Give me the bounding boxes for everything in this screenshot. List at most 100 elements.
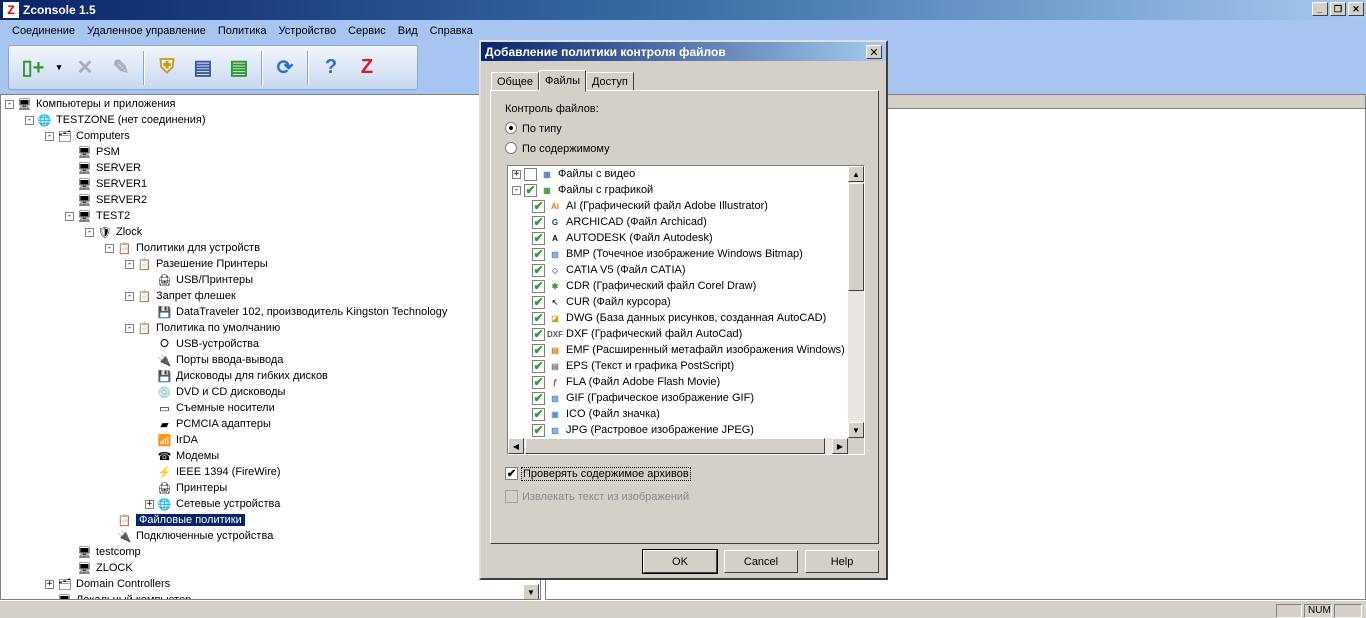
refresh-button[interactable]: ⟳ (269, 51, 301, 85)
collapse-icon[interactable]: - (45, 131, 54, 141)
file-type-checkbox[interactable] (524, 167, 537, 181)
file-type-checkbox[interactable]: ✔ (532, 423, 545, 437)
tree-node[interactable]: ▰ PCMCIA адаптеры (145, 416, 271, 432)
file-type-item[interactable]: ✔ ▨ GIF (Графическое изображение GIF) (532, 390, 754, 406)
file-type-checkbox[interactable]: ✔ (532, 247, 545, 261)
about-button[interactable]: Z (351, 51, 383, 85)
radio-by-content[interactable] (505, 142, 517, 154)
tree-node[interactable]: 🖨 Принтеры (145, 480, 228, 496)
expand-icon[interactable]: + (512, 169, 521, 179)
help-button[interactable]: ? (315, 51, 347, 85)
tree-node[interactable]: 🖥Локальный компьютер (45, 592, 192, 599)
tab-general[interactable]: Общее (491, 72, 540, 91)
scroll-up-button[interactable]: ▲ (848, 166, 864, 182)
tree-node[interactable]: 🖥 testcomp (65, 544, 141, 560)
radio-by-type[interactable] (505, 122, 517, 134)
collapse-icon[interactable]: - (85, 227, 94, 237)
collapse-icon[interactable]: - (125, 323, 134, 333)
file-type-item[interactable]: ✔ A AUTODESK (Файл Autodesk) (532, 230, 713, 246)
tree-node[interactable]: 💾 Дисководы для гибких дисков (145, 368, 328, 384)
file-type-item[interactable]: ✔ ▤ EMF (Расширенный метафайл изображения … (532, 342, 845, 358)
edit-button[interactable]: ✎ (105, 51, 137, 85)
file-type-checkbox[interactable]: ✔ (532, 391, 545, 405)
collapse-icon[interactable]: - (65, 211, 74, 221)
tab-files[interactable]: Файлы (539, 70, 586, 92)
file-type-checkbox[interactable]: ✔ (532, 327, 545, 341)
collapse-icon[interactable]: - (25, 115, 34, 125)
add-button[interactable]: ▯+ (17, 51, 49, 85)
tree-node[interactable]: 🖨 USB/Принтеры (145, 272, 253, 288)
tree-node[interactable]: 🔌 Подключенные устройства (105, 528, 274, 544)
tree-node[interactable]: ⭘ USB-устройства (145, 336, 259, 352)
file-type-item[interactable]: ✔ ▨ JPG (Растровое изображение JPEG) (532, 422, 754, 438)
tab-access[interactable]: Доступ (585, 72, 634, 91)
file-type-item[interactable]: ✔ ▣ ICO (Файл значка) (532, 406, 660, 422)
file-type-item[interactable]: ✔ ▨ BMP (Точечное изображение Windows Bitm… (532, 246, 803, 262)
tree-node[interactable]: - 🖥 Компьютеры и приложения (5, 96, 176, 112)
tree-node[interactable]: ▭ Съемные носители (145, 400, 274, 416)
maximize-button[interactable]: ❐ (1330, 2, 1346, 16)
tree-scroll-down-button[interactable]: ▼ (523, 584, 539, 599)
collapse-icon[interactable]: - (512, 185, 521, 195)
file-type-item[interactable]: - ✔ ▦ Файлы с графикой (512, 182, 653, 198)
file-type-checkbox[interactable]: ✔ (532, 279, 545, 293)
file-type-item[interactable]: ✔ DXF DXF (Графический файл AutoCad) (532, 326, 742, 342)
tree-node[interactable]: - 🛡 Zlock (85, 224, 142, 240)
menu-remote[interactable]: Удаленное управление (81, 25, 212, 37)
file-type-checkbox[interactable]: ✔ (532, 343, 545, 357)
file-type-checkbox[interactable]: ✔ (532, 263, 545, 277)
file-type-item[interactable]: ✔ ◇ CATIA V5 (Файл CATIA) (532, 262, 686, 278)
file-types-tree[interactable]: ✔ ▨ JPG (Растровое изображение JPEG) ✔ ▣ ICO … (507, 165, 865, 455)
tree-node[interactable]: 📋 Файловые политики (105, 512, 245, 528)
menu-policy[interactable]: Политика (212, 25, 273, 37)
tree-node[interactable]: 🖥 PSM (65, 144, 120, 160)
file-type-item[interactable]: ✔ ƒ FLA (Файл Adobe Flash Movie) (532, 374, 720, 390)
file-type-checkbox[interactable]: ✔ (532, 311, 545, 325)
expand-icon[interactable]: + (145, 499, 154, 509)
tree-node[interactable]: 💾 DataTraveler 102, производитель Kingsto… (145, 304, 448, 320)
collapse-icon[interactable]: - (105, 243, 114, 253)
file-type-item[interactable]: ✔ ↖ CUR (Файл курсора) (532, 294, 671, 310)
dialog-close-button[interactable]: ✕ (866, 45, 882, 59)
scroll-left-button[interactable]: ◀ (508, 438, 524, 454)
tree-node[interactable]: 🖥 SERVER (65, 160, 142, 176)
close-button[interactable]: ✕ (1348, 2, 1364, 16)
expand-icon[interactable]: + (45, 579, 54, 589)
file-type-checkbox[interactable]: ✔ (532, 295, 545, 309)
tree-node[interactable]: 🖥 ZLOCK (65, 560, 133, 576)
check-archives-label[interactable]: Проверять содержимое архивов (521, 467, 691, 481)
file-type-item[interactable]: + ▦ Файлы с видео (512, 166, 635, 182)
file-type-checkbox[interactable]: ✔ (532, 231, 545, 245)
scroll-thumb[interactable] (848, 183, 864, 291)
tree-node[interactable]: + 🗂 Domain Controllers (45, 576, 170, 592)
tree-node[interactable]: 📶 IrDA (145, 432, 198, 448)
file-type-item[interactable]: ✔ ◪ DWG (База данных рисунков, созданная A… (532, 310, 826, 326)
help-button[interactable]: Help (805, 550, 879, 573)
add-dropdown-button[interactable]: ▾ (53, 51, 65, 85)
vertical-scrollbar[interactable]: ▲ ▼ (848, 166, 864, 438)
policy-button[interactable]: ▤ (187, 51, 219, 85)
file-type-checkbox[interactable]: ✔ (532, 215, 545, 229)
collapse-icon[interactable]: - (5, 99, 14, 109)
tree-node[interactable]: 🖥 SERVER2 (65, 192, 148, 208)
file-type-item[interactable]: ✔ ▤ EPS (Текст и графика PostScript) (532, 358, 734, 374)
horizontal-scroll-thumb[interactable] (525, 438, 825, 454)
sync-policy-button[interactable]: ▤ (223, 51, 255, 85)
radio-by-content-label[interactable]: По содержимому (522, 143, 610, 155)
file-type-checkbox[interactable]: ✔ (532, 199, 545, 213)
tree-node[interactable]: + 🌐 Сетевые устройства (145, 496, 280, 512)
file-type-checkbox[interactable]: ✔ (532, 359, 545, 373)
tree-node[interactable]: - 📋 Разешение Принтеры (125, 256, 268, 272)
tree-node[interactable]: - 🖥 TEST2 (65, 208, 130, 224)
minimize-button[interactable]: _ (1312, 2, 1328, 16)
horizontal-scrollbar[interactable]: ◀ ▶ (508, 438, 848, 454)
tree-node[interactable]: - 🗂 Computers (45, 128, 130, 144)
delete-button[interactable]: ✕ (69, 51, 101, 85)
file-type-item[interactable]: ✔ ✱ CDR (Графический файл Corel Draw) (532, 278, 756, 294)
scroll-down-button[interactable]: ▼ (848, 422, 864, 438)
radio-by-type-label[interactable]: По типу (522, 123, 562, 135)
file-type-checkbox[interactable]: ✔ (532, 407, 545, 421)
scroll-right-button[interactable]: ▶ (832, 438, 848, 454)
zlock-button[interactable]: ⛨ (151, 51, 183, 85)
file-type-checkbox[interactable]: ✔ (524, 183, 537, 197)
